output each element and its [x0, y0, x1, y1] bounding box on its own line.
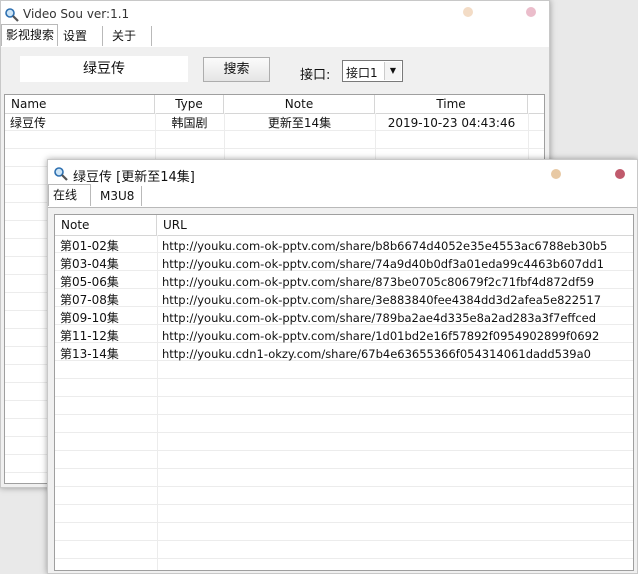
row-time: 2019-10-23 04:43:46 — [387, 116, 516, 130]
tab-online[interactable]: 在线 — [48, 184, 91, 206]
detail-window: 绿豆传 [更新至14集] 在线 M3U8 Note URL 第01-02集 htt… — [47, 159, 638, 574]
col-type[interactable]: Type — [155, 95, 224, 113]
close-button[interactable] — [526, 7, 536, 17]
row-name: 绿豆传 — [10, 116, 47, 130]
episodes-header: Note URL — [55, 215, 633, 236]
detail-tabbar: 在线 M3U8 — [48, 184, 637, 208]
close-button[interactable] — [615, 169, 625, 179]
col-name[interactable]: Name — [5, 95, 155, 113]
episode-note: 第01-02集 — [60, 239, 119, 253]
tab-m3u8[interactable]: M3U8 — [96, 186, 142, 206]
episode-url: http://youku.com-ok-pptv.com/share/3e883… — [162, 293, 602, 307]
episode-note: 第03-04集 — [60, 257, 119, 271]
search-button[interactable]: 搜索 — [203, 57, 270, 82]
episode-note: 第11-12集 — [60, 329, 119, 343]
interface-select[interactable]: 接口1 ▼ — [342, 60, 403, 82]
dropdown-arrow-icon[interactable]: ▼ — [384, 62, 401, 80]
episode-note: 第13-14集 — [60, 347, 119, 361]
episodes-panel: Note URL 第01-02集 http://youku.com-ok-pptv… — [48, 208, 637, 573]
interface-label: 接口: — [300, 68, 331, 83]
interface-select-value: 接口1 — [346, 66, 378, 80]
episode-note: 第05-06集 — [60, 275, 119, 289]
main-tabbar: 影视搜索 设置 关于 — [1, 24, 549, 48]
table-row[interactable]: 第01-02集 http://youku.com-ok-pptv.com/shar… — [55, 237, 633, 255]
episode-url: http://youku.com-ok-pptv.com/share/74a9d… — [162, 257, 604, 271]
table-row[interactable]: 第09-10集 http://youku.com-ok-pptv.com/shar… — [55, 309, 633, 327]
col-note[interactable]: Note — [224, 95, 375, 113]
table-row[interactable]: 绿豆传 韩国剧 更新至14集 2019-10-23 04:43:46 — [5, 114, 544, 132]
episodes-list: Note URL 第01-02集 http://youku.com-ok-pptv… — [54, 214, 634, 571]
magnifier-icon — [54, 167, 68, 181]
row-note: 更新至14集 — [267, 116, 332, 130]
col-url[interactable]: URL — [157, 215, 633, 235]
main-window-title: Video Sou ver:1.1 — [23, 7, 130, 21]
table-row[interactable]: 第05-06集 http://youku.com-ok-pptv.com/shar… — [55, 273, 633, 291]
episode-url: http://youku.com-ok-pptv.com/share/873be… — [162, 275, 595, 289]
tab-about[interactable]: 关于 — [108, 26, 152, 46]
table-row[interactable]: 第03-04集 http://youku.com-ok-pptv.com/shar… — [55, 255, 633, 273]
minimize-button[interactable] — [551, 169, 561, 179]
episode-url: http://youku.com-ok-pptv.com/share/1d01b… — [162, 329, 600, 343]
magnifier-icon — [5, 8, 19, 22]
row-type: 韩国剧 — [171, 116, 208, 130]
minimize-button[interactable] — [463, 7, 473, 17]
tab-video-search[interactable]: 影视搜索 — [1, 24, 58, 46]
table-row[interactable]: 第13-14集 http://youku.cdn1-okzy.com/share/… — [55, 345, 633, 363]
episode-url: http://youku.com-ok-pptv.com/share/789ba… — [162, 311, 597, 325]
episode-note: 第07-08集 — [60, 293, 119, 307]
tab-settings[interactable]: 设置 — [59, 26, 103, 46]
episode-url: http://youku.cdn1-okzy.com/share/67b4e63… — [162, 347, 591, 361]
episode-note: 第09-10集 — [60, 311, 119, 325]
main-titlebar: Video Sou ver:1.1 — [1, 1, 549, 29]
results-header: Name Type Note Time — [5, 95, 544, 114]
detail-window-title: 绿豆传 [更新至14集] — [73, 170, 195, 185]
table-row[interactable]: 第11-12集 http://youku.com-ok-pptv.com/shar… — [55, 327, 633, 345]
col-note[interactable]: Note — [55, 215, 157, 235]
detail-titlebar: 绿豆传 [更新至14集] — [48, 160, 637, 188]
table-row[interactable]: 第07-08集 http://youku.com-ok-pptv.com/shar… — [55, 291, 633, 309]
col-time[interactable]: Time — [375, 95, 528, 113]
search-input[interactable]: 绿豆传 — [20, 56, 188, 82]
episode-url: http://youku.com-ok-pptv.com/share/b8b66… — [162, 239, 608, 253]
